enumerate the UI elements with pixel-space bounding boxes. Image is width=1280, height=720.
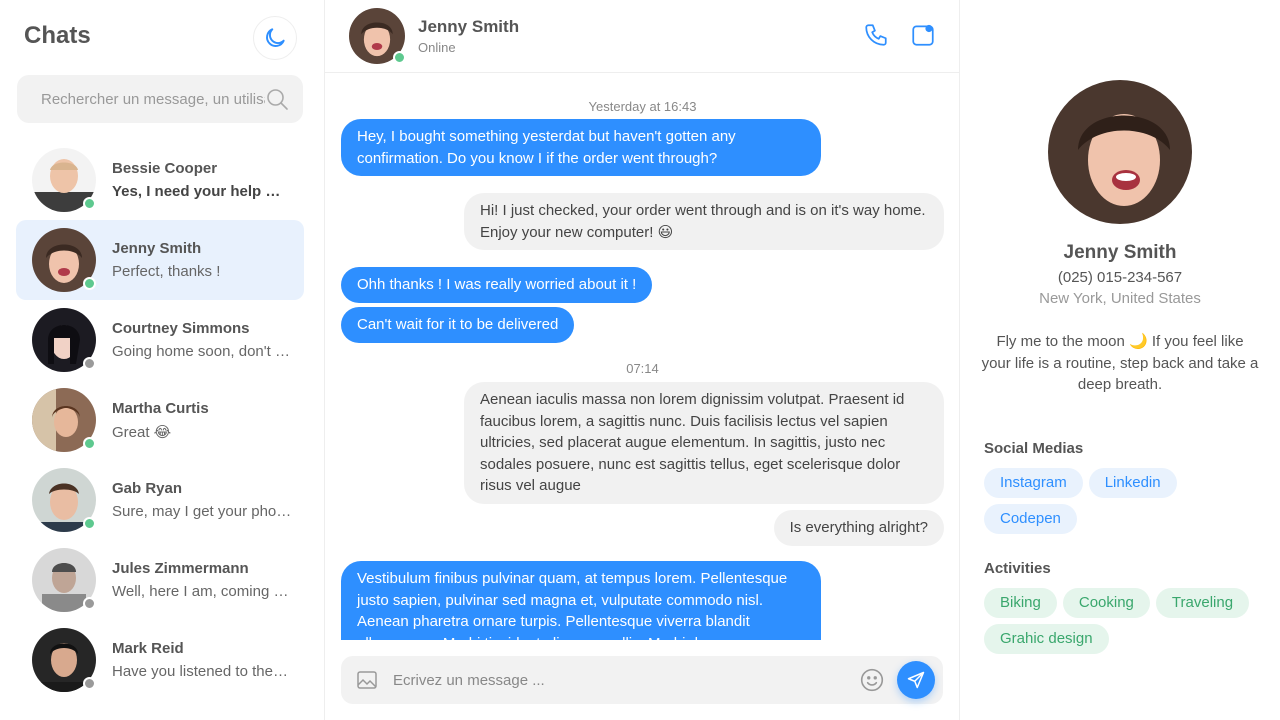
chat-contact-status: Online [418,40,456,55]
activity-tag-cooking[interactable]: Cooking [1062,588,1150,618]
offline-status-dot [83,597,96,610]
info-panel-icon[interactable] [910,22,936,48]
online-status-dot [393,51,406,64]
message-timestamp: 07:14 [626,361,659,376]
emoji-icon[interactable] [859,667,885,693]
contact-name: Martha Curtis [112,399,209,417]
contact-list: Bessie Cooper Yes, I need your help with… [16,140,304,700]
profile-panel: Jenny Smith (025) 015-234-567 New York, … [960,0,1280,720]
message-list: Yesterday at 16:43 Hey, I bought somethi… [325,73,960,640]
contact-last-message: Yes, I need your help with... [112,183,292,200]
chat-header: Jenny Smith Online [325,0,959,73]
message-timestamp: Yesterday at 16:43 [588,99,697,114]
message-composer [341,656,943,704]
contact-item[interactable]: Jules Zimmermann Well, here I am, coming… [16,540,304,620]
contact-item[interactable]: Gab Ryan Sure, may I get your phone numb… [16,460,304,540]
contact-last-message: Sure, may I get your phone number? [112,503,292,520]
online-status-dot [83,517,96,530]
profile-bio: Fly me to the moon 🌙 If you feel like yo… [981,333,1259,394]
contact-last-message: Have you listened to the new album? [112,663,292,680]
image-icon[interactable] [355,668,379,692]
contact-name: Jenny Smith [112,240,202,257]
message-bubble-sent: Hey, I bought something yesterdat but ha… [341,119,821,177]
contact-name: Bessie Cooper [112,160,218,177]
contact-name: Jules Zimmermann [112,560,249,577]
social-tags: Instagram Linkedin Codepen [984,468,1264,534]
avatar-container [32,228,96,292]
avatar-container [349,8,406,64]
online-status-dot [83,197,96,210]
phone-icon[interactable] [863,22,889,48]
avatar-container [32,628,96,692]
offline-status-dot [83,677,96,690]
social-tag-instagram[interactable]: Instagram [984,468,1083,498]
sidebar: Chats Bessie Cooper Yes, I need your hel… [0,0,325,720]
send-icon [907,671,925,689]
avatar-container [32,148,96,212]
profile-location: New York, United States [1039,290,1201,307]
message-bubble-sent: Can't wait for it to be delivered [341,307,575,343]
profile-avatar [1048,80,1192,224]
activity-tag-graphic-design[interactable]: Grahic design [984,624,1109,654]
contact-name: Mark Reid [112,640,184,657]
contact-name: Gab Ryan [112,480,183,497]
send-button[interactable] [897,661,935,699]
social-tag-codepen[interactable]: Codepen [984,504,1077,534]
chat-panel: Jenny Smith Online Yesterday at 16:43 He… [325,0,960,720]
contact-item[interactable]: Mark Reid Have you listened to the new a… [16,620,304,700]
activities-title: Activities [984,560,1051,577]
message-input[interactable] [393,668,843,692]
activity-tag-biking[interactable]: Biking [984,588,1057,618]
avatar-container [32,468,96,532]
message-bubble-sent: Ohh thanks ! I was really worried about … [341,267,653,303]
avatar-container [32,388,96,452]
online-status-dot [83,437,96,450]
message-bubble-received: Is everything alright? [773,510,944,546]
activity-tags: Biking Cooking Traveling Grahic design [984,588,1264,654]
contact-last-message: Great 😂 [112,423,172,441]
search-icon[interactable] [265,87,289,111]
contact-item-active[interactable]: Jenny Smith Perfect, thanks ! [16,220,304,300]
theme-toggle-button[interactable] [253,16,297,60]
search-input[interactable] [41,90,265,108]
message-bubble-received: Aenean iaculis massa non lorem dignissim… [464,382,944,504]
search-bar [17,75,303,123]
profile-phone: (025) 015-234-567 [1057,269,1183,286]
social-medias-title: Social Medias [984,440,1084,457]
contact-item[interactable]: Courtney Simmons Going home soon, don't … [16,300,304,380]
contact-last-message: Perfect, thanks ! [112,263,221,280]
sidebar-title: Chats [24,22,91,49]
profile-name: Jenny Smith [1063,242,1177,263]
avatar-container [32,308,96,372]
contact-name: Courtney Simmons [112,320,250,337]
offline-status-dot [83,357,96,370]
contact-last-message: Going home soon, don't forget [112,343,292,360]
message-bubble-received: Hi! I just checked, your order went thro… [464,193,944,251]
contact-item[interactable]: Martha Curtis Great 😂 [16,380,304,460]
chat-app: Chats Bessie Cooper Yes, I need your hel… [0,0,1280,720]
message-bubble-sent: Vestibulum finibus pulvinar quam, at tem… [341,561,821,640]
social-tag-linkedin[interactable]: Linkedin [1088,468,1177,498]
moon-icon [266,28,285,47]
contact-item[interactable]: Bessie Cooper Yes, I need your help with… [16,140,304,220]
avatar-container [32,548,96,612]
online-status-dot [83,277,96,290]
chat-contact-name: Jenny Smith [418,17,520,36]
contact-last-message: Well, here I am, coming home [112,583,292,600]
activity-tag-traveling[interactable]: Traveling [1155,588,1250,618]
